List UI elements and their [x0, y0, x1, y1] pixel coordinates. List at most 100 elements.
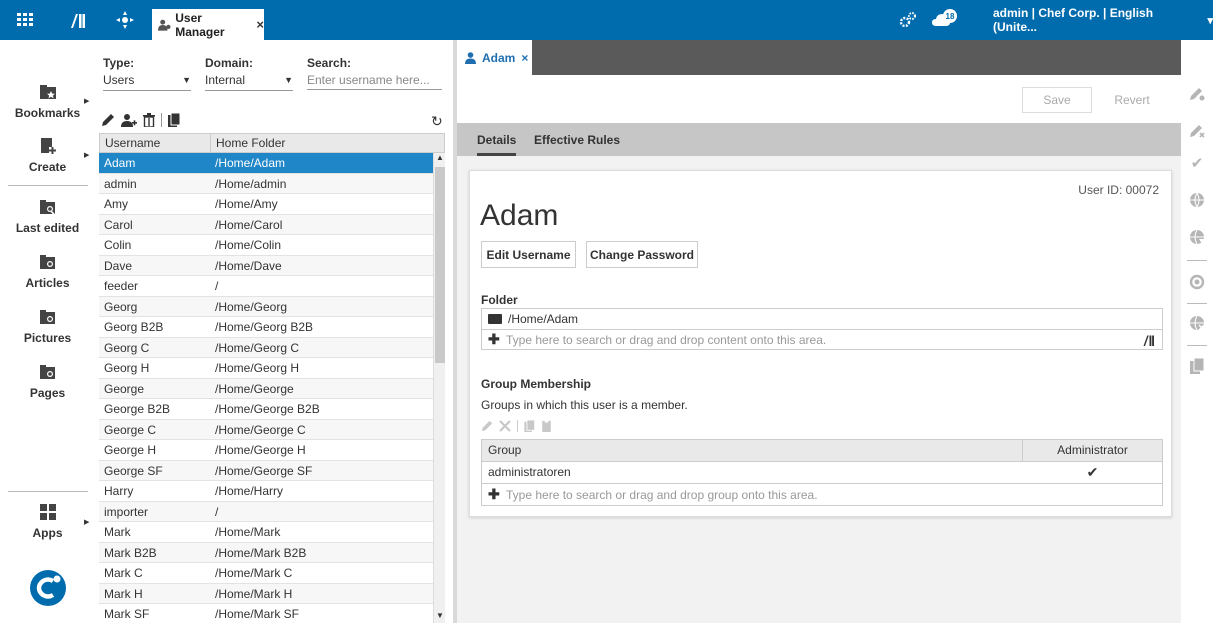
save-button[interactable]: Save	[1022, 87, 1092, 113]
group-toolbar	[481, 419, 552, 433]
table-row[interactable]: Mark B2B/Home/Mark B2B	[99, 542, 433, 563]
col-home-folder[interactable]: Home Folder	[211, 134, 285, 153]
tab-adam[interactable]: Adam ×	[457, 40, 532, 75]
add-user-icon[interactable]	[121, 113, 137, 127]
target-icon[interactable]	[114, 0, 136, 40]
table-row[interactable]: Georg H/Home/Georg H	[99, 358, 433, 379]
nav-apps[interactable]: Apps	[0, 502, 95, 540]
table-row[interactable]: Dave/Home/Dave	[99, 255, 433, 276]
table-row[interactable]: Harry/Home/Harry	[99, 481, 433, 502]
table-row[interactable]: Georg/Home/Georg	[99, 296, 433, 317]
nav-bookmarks[interactable]: Bookmarks	[0, 82, 95, 120]
revert-button[interactable]: Revert	[1097, 87, 1167, 113]
folder-row[interactable]: /Home/Adam	[482, 309, 1162, 329]
type-select[interactable]: Users ▼	[103, 71, 191, 91]
edit-pencil-icon[interactable]	[481, 420, 493, 432]
table-row[interactable]: feeder /	[99, 276, 433, 297]
scroll-thumb[interactable]	[435, 167, 445, 363]
close-icon[interactable]: ×	[256, 17, 264, 32]
folder-drop-area[interactable]: ✚ Type here to search or drag and drop c…	[482, 329, 1162, 349]
user-list-panel: Type: Users ▼ Domain: Internal ▼ Search:…	[95, 40, 450, 623]
copy-document-icon[interactable]	[168, 113, 180, 127]
scrollbar[interactable]: ▲ ▼	[433, 153, 445, 623]
expand-arrow-icon[interactable]: ▶	[84, 151, 89, 159]
checkmark-icon[interactable]: ✔	[1189, 155, 1205, 172]
table-row[interactable]: importer /	[99, 501, 433, 522]
globe-withdraw-icon[interactable]	[1189, 229, 1205, 245]
copy-document-icon[interactable]	[1189, 358, 1205, 374]
cell-home-folder: /Home/Mark SF	[215, 607, 300, 621]
table-row[interactable]: George/Home/George	[99, 378, 433, 399]
tab-user-manager[interactable]: User Manager ×	[152, 9, 264, 40]
close-icon[interactable]: ×	[521, 51, 528, 65]
nav-last-edited[interactable]: Last edited	[0, 197, 95, 235]
cell-home-folder: /Home/Adam	[215, 156, 286, 170]
toolbar-divider	[161, 113, 162, 127]
approve-pen-icon[interactable]	[1189, 85, 1205, 101]
table-row[interactable]: George B2B/Home/George B2B	[99, 399, 433, 420]
group-drop-area[interactable]: ✚ Type here to search or drag and drop g…	[482, 483, 1162, 505]
table-row[interactable]: George H/Home/George H	[99, 440, 433, 461]
edit-pencil-icon[interactable]	[101, 113, 115, 127]
copy-document-icon[interactable]	[524, 420, 535, 432]
globe-delete-icon[interactable]	[1189, 315, 1205, 331]
user-toolbar	[101, 112, 180, 128]
settings-gears-icon[interactable]	[898, 0, 918, 40]
table-row[interactable]: Georg B2B/Home/Georg B2B	[99, 317, 433, 338]
scroll-down-icon[interactable]: ▼	[435, 611, 445, 623]
change-password-button[interactable]: Change Password	[586, 241, 698, 268]
col-administrator[interactable]: Administrator	[1023, 440, 1162, 461]
domain-select[interactable]: Internal ▼	[205, 71, 293, 91]
tab-details[interactable]: Details	[477, 123, 517, 156]
strip-divider	[1187, 260, 1207, 261]
table-row[interactable]: George SF/Home/George SF	[99, 460, 433, 481]
search-input[interactable]	[307, 70, 442, 90]
subtab-bar: Details Effective Rules	[457, 123, 1181, 156]
nav-pages[interactable]: Pages	[0, 362, 95, 400]
nav-pictures[interactable]: Pictures	[0, 307, 95, 345]
table-row[interactable]: George C/Home/George C	[99, 419, 433, 440]
table-row[interactable]: Adam/Home/Adam	[99, 153, 433, 174]
col-username[interactable]: Username	[100, 134, 211, 153]
col-group[interactable]: Group	[482, 440, 1023, 461]
library-icon[interactable]	[66, 0, 88, 40]
type-label: Type:	[103, 56, 135, 70]
table-row[interactable]: Amy/Home/Amy	[99, 194, 433, 215]
table-row[interactable]: Mark SF/Home/Mark SF	[99, 604, 433, 623]
remove-x-icon[interactable]	[499, 420, 511, 432]
expand-arrow-icon[interactable]: ▶	[84, 518, 89, 526]
cell-username: George SF	[104, 463, 163, 478]
library-icon[interactable]	[1142, 334, 1154, 346]
cell-home-folder: /Home/Mark H	[215, 586, 293, 601]
delete-trash-icon[interactable]	[143, 113, 155, 127]
table-row[interactable]: administratoren ✔	[482, 461, 1162, 483]
nav-create[interactable]: Create	[0, 136, 95, 174]
refresh-icon[interactable]: ↻	[431, 113, 443, 130]
table-row[interactable]: Mark/Home/Mark	[99, 522, 433, 543]
nav-pages-label: Pages	[29, 386, 66, 400]
cell-home-folder: /	[215, 279, 219, 293]
table-row[interactable]: Georg C/Home/Georg C	[99, 337, 433, 358]
table-row[interactable]: Carol/Home/Carol	[99, 214, 433, 235]
table-row[interactable]: admin/Home/admin	[99, 173, 433, 194]
paste-document-icon[interactable]	[541, 420, 552, 432]
domain-label: Domain:	[205, 56, 253, 70]
nav-articles[interactable]: Articles	[0, 252, 95, 290]
reject-pen-icon[interactable]	[1189, 122, 1205, 138]
table-row[interactable]: Colin/Home/Colin	[99, 235, 433, 256]
cell-username: Georg B2B	[104, 320, 164, 334]
table-row[interactable]: Mark H/Home/Mark H	[99, 583, 433, 604]
cell-home-folder: /Home/Mark B2B	[215, 545, 307, 560]
table-row[interactable]: Mark C/Home/Mark C	[99, 563, 433, 584]
tab-effective-rules[interactable]: Effective Rules	[534, 123, 620, 156]
cell-username: Mark C	[104, 566, 143, 580]
globe-icon[interactable]	[1189, 192, 1205, 208]
edit-username-button[interactable]: Edit Username	[481, 241, 576, 268]
expand-arrow-icon[interactable]: ▶	[84, 97, 89, 105]
cell-username: importer	[104, 504, 149, 519]
app-grid-icon[interactable]	[14, 0, 36, 40]
scroll-up-icon[interactable]: ▲	[435, 153, 445, 165]
plus-icon: ✚	[488, 486, 500, 502]
user-info-menu[interactable]: admin | Chef Corp. | English (Unite... ▾	[993, 0, 1213, 40]
sync-globe-icon[interactable]	[1189, 274, 1205, 290]
